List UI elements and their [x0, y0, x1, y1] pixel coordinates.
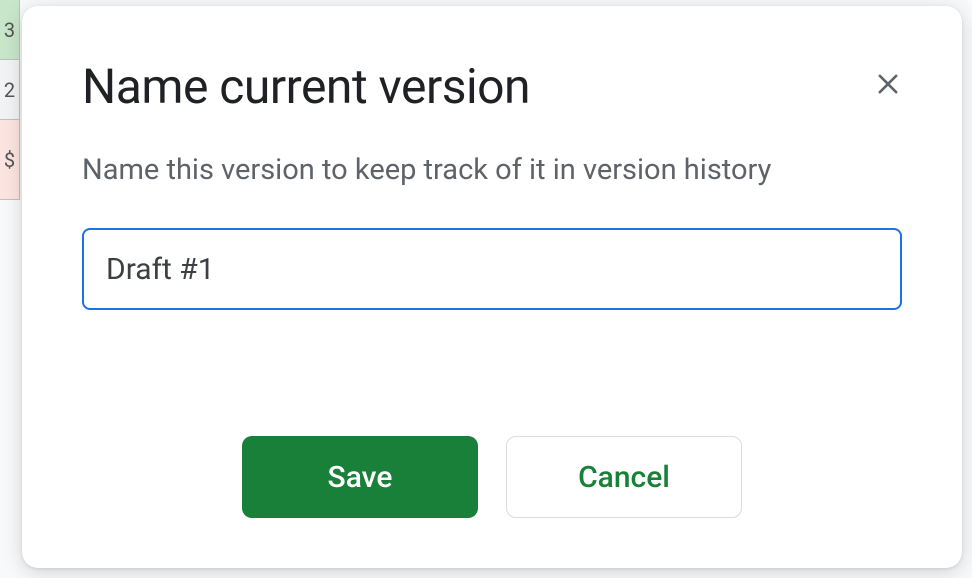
cancel-button[interactable]: Cancel: [506, 436, 742, 518]
name-version-dialog: Name current version Name this version t…: [22, 6, 962, 568]
row-header: 3: [0, 0, 20, 60]
row-header: 2: [0, 60, 20, 120]
close-button[interactable]: [866, 62, 910, 106]
dialog-title: Name current version: [82, 58, 530, 115]
close-icon: [874, 70, 902, 98]
dialog-actions: Save Cancel: [82, 436, 902, 518]
dialog-header: Name current version: [82, 58, 902, 115]
row-header: $: [0, 120, 20, 200]
version-name-input[interactable]: [82, 228, 902, 310]
dialog-description: Name this version to keep track of it in…: [82, 151, 902, 190]
save-button[interactable]: Save: [242, 436, 478, 518]
